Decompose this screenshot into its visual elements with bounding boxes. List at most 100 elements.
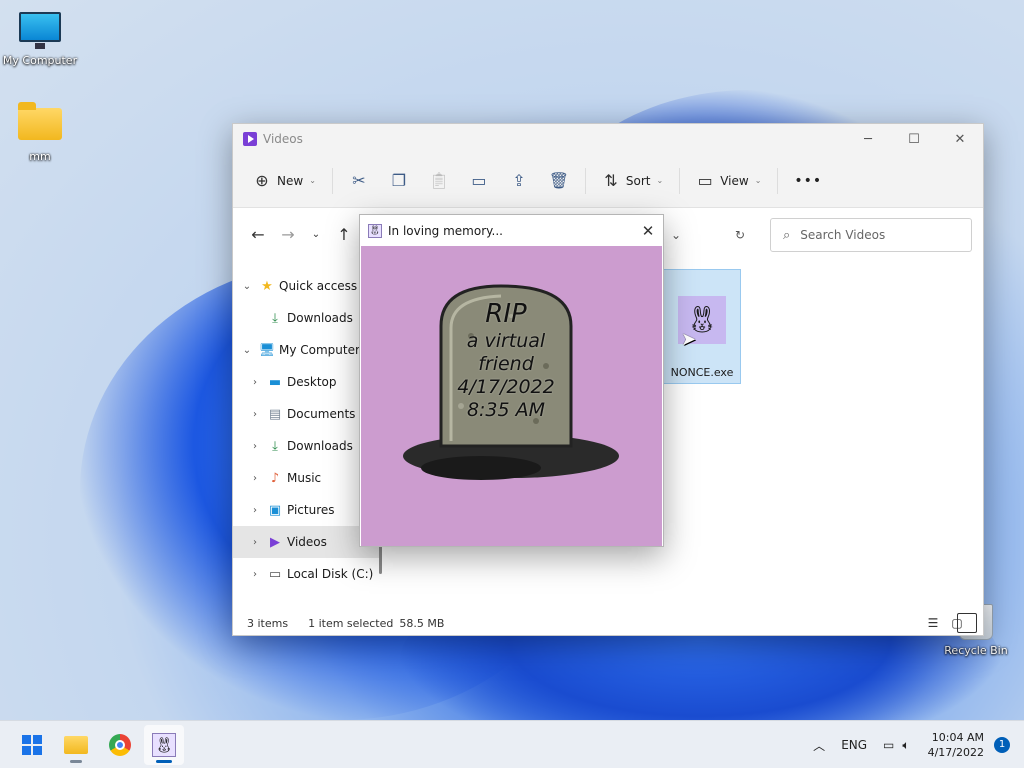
chevron-down-icon[interactable]: ⌄ [237,345,257,356]
clipboard-icon: 📋︎ [428,171,450,190]
sidebar-item-label: Downloads [287,439,353,453]
chevron-down-icon: ⌄ [671,228,682,242]
refresh-button[interactable]: ↻ [735,228,745,242]
network-icon[interactable]: ▭ [875,738,902,752]
taskbar-nonce-app[interactable]: 🐰︎ [144,724,184,765]
item-count: 3 items [247,616,289,630]
search-icon: ⌕ [783,227,791,243]
new-label: New [277,173,304,188]
chevron-right-icon[interactable]: › [245,505,265,516]
maximize-button[interactable]: ☐ [891,124,937,154]
copy-icon: ❐ [391,171,407,190]
running-indicator [156,759,172,763]
desktop-icon: ▬ [268,374,282,390]
sidebar-item-label: My Computer [279,343,360,357]
show-hidden-icons-button[interactable]: ︿ [805,737,833,754]
taskbar-chrome[interactable] [100,725,140,765]
tiles-view-button[interactable]: ▢ [951,613,977,633]
clock-date: 4/17/2022 [927,746,984,759]
back-button[interactable]: ← [243,225,273,244]
taskbar-file-explorer[interactable] [56,725,96,765]
sidebar-item-label: Documents [287,407,356,421]
dirt-shadow [421,456,541,480]
popup-title-bar[interactable]: 🐰︎ In loving memory... ✕ [360,215,663,246]
more-options-button[interactable]: ••• [784,165,832,197]
sidebar-item-label: Music [287,471,322,485]
selection-count: 1 item selected [308,616,394,630]
sidebar-item-local-disk[interactable]: › ▭ Local Disk (C:) [233,558,381,590]
picture-icon: ▣ [268,502,282,518]
folder-icon [18,102,62,140]
chevron-right-icon[interactable]: › [245,537,265,548]
minimize-button[interactable]: ─ [845,124,891,154]
sidebar-item-label: Pictures [287,503,335,517]
toolbar-divider [679,167,681,194]
desktop-icon-mm[interactable]: mm [0,102,80,163]
desktop-icon-label: Recycle Bin [944,644,1008,657]
chevron-right-icon[interactable]: › [245,569,265,580]
clock-time: 10:04 AM [931,731,984,744]
chevron-right-icon[interactable]: › [245,473,265,484]
bunny-icon: 🐰︎ [152,732,176,757]
chevron-right-icon[interactable]: › [245,441,265,452]
chevron-up-icon: ︿ [813,738,826,753]
start-button[interactable] [12,725,52,765]
tombstone-line: friend [478,353,534,375]
title-bar[interactable]: Videos ─ ☐ ✕ [233,124,983,154]
trash-icon: 🗑︎ [548,171,570,190]
refresh-icon: ↻ [734,228,745,242]
sort-label: Sort [625,173,651,188]
view-label: View [720,173,749,188]
recent-locations-button[interactable]: ⌄ [303,229,329,240]
windows-icon [22,734,42,755]
arrow-left-icon: ← [251,224,265,244]
toolbar-divider [331,167,333,194]
chevron-right-icon[interactable]: › [245,409,265,420]
status-bar: 3 items 1 item selected 58.5 MB ☰ ▢ [233,611,983,635]
video-folder-icon [243,132,257,146]
chevron-right-icon[interactable]: › [245,377,265,388]
arrow-up-icon: ↑ [337,224,351,244]
close-button[interactable]: ✕ [937,124,983,154]
notification-badge[interactable]: 1 [994,737,1010,753]
star-icon: ★ [261,278,273,294]
desktop-icon-my-computer[interactable]: My Computer [0,12,80,67]
forward-button[interactable]: → [273,225,303,244]
rename-icon: ▭ [471,171,487,190]
share-icon: ⇪ [512,171,526,190]
sidebar-item-label: Desktop [287,375,337,389]
details-view-button[interactable]: ☰ [928,613,953,633]
address-dropdown-button[interactable]: ⌄ [671,228,681,242]
paste-button[interactable]: 📋︎ [419,165,459,197]
chevron-down-icon: ⌄ [311,228,321,240]
more-label: ••• [794,172,823,189]
view-button[interactable]: ▭ View ⌄ [686,165,771,197]
sort-button[interactable]: ⇅ Sort ⌄ [592,165,673,197]
language-indicator[interactable]: ENG [833,738,875,752]
rename-button[interactable]: ▭ [459,165,499,197]
clock[interactable]: 10:04 AM 4/17/2022 [918,730,994,760]
tombstone-rip: RIP [485,299,527,329]
volume-icon[interactable]: 🔈︎ [902,738,917,753]
search-box[interactable]: ⌕ Search Videos [770,218,972,252]
disk-icon: ▭ [268,566,282,582]
document-icon: ▤ [268,406,282,422]
sidebar-scrollbar[interactable] [379,544,382,574]
running-indicator [70,759,82,763]
copy-button[interactable]: ❐ [379,165,419,197]
memorial-popup-window[interactable]: 🐰︎ In loving memory... ✕ RIP a virtual f… [359,214,664,547]
taskbar: 🐰︎ ︿ ENG ▭ 🔈︎ 10:04 AM 4/17/2022 1 [0,720,1024,768]
delete-button[interactable]: 🗑︎ [539,165,579,197]
share-button[interactable]: ⇪ [499,165,539,197]
plus-circle-icon: ⊕ [255,171,269,190]
file-item[interactable]: 🐰︎ NONCE.exe [663,269,741,384]
download-icon: ⤓ [272,310,278,326]
popup-close-button[interactable]: ✕ [633,222,663,240]
chevron-down-icon[interactable]: ⌄ [237,281,257,292]
up-button[interactable]: ↑ [329,225,359,244]
download-icon: ⤓ [272,438,278,454]
selection-size: 58.5 MB [399,616,445,630]
chrome-icon [109,733,131,756]
new-button[interactable]: ⊕ New ⌄ [243,165,326,197]
cut-button[interactable]: ✂ [339,165,379,197]
